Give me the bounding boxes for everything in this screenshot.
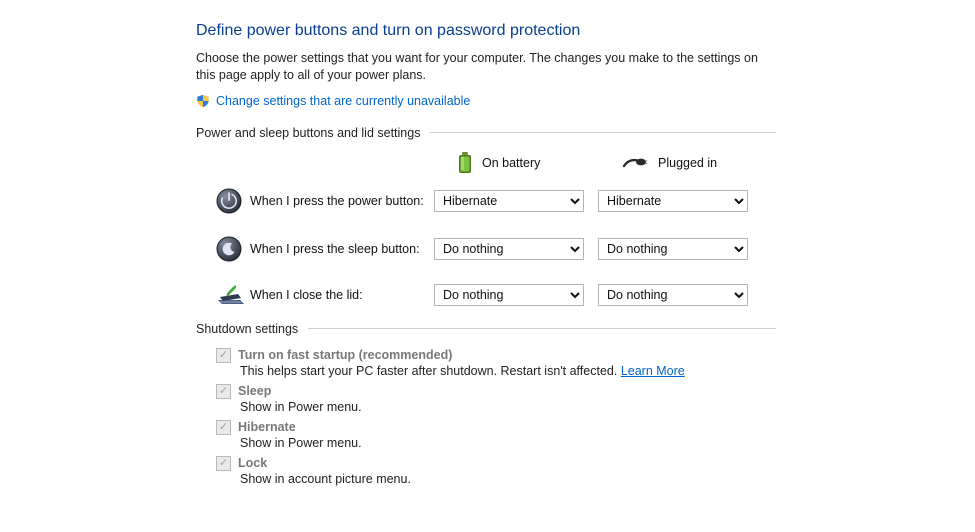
hibernate-description: Show in Power menu. (240, 436, 776, 450)
sleep-label: Sleep (238, 384, 271, 398)
row-sleep-button: When I press the sleep button: Do nothin… (196, 236, 776, 262)
learn-more-link[interactable]: Learn More (621, 364, 685, 378)
row-close-lid: When I close the lid: Do nothingSleepHib… (196, 284, 776, 306)
fast-startup-description: This helps start your PC faster after sh… (240, 364, 776, 378)
column-plugged-in: Plugged in (658, 156, 717, 170)
sleep-button-icon (216, 236, 242, 262)
divider (308, 328, 776, 329)
lock-checkbox (216, 456, 231, 471)
change-settings-link[interactable]: Change settings that are currently unava… (216, 94, 470, 108)
power-button-on-battery-select[interactable]: Do nothingSleepHibernateShut downTurn of… (434, 190, 584, 212)
power-button-label: When I press the power button: (250, 194, 434, 208)
close-lid-on-battery-select[interactable]: Do nothingSleepHibernateShut downTurn of… (434, 284, 584, 306)
plug-icon (622, 156, 648, 170)
close-lid-plugged-in-select[interactable]: Do nothingSleepHibernateShut downTurn of… (598, 284, 748, 306)
sleep-button-plugged-in-select[interactable]: Do nothingSleepHibernateShut downTurn of… (598, 238, 748, 260)
section-buttons-title: Power and sleep buttons and lid settings (196, 126, 420, 140)
close-lid-label: When I close the lid: (250, 288, 434, 302)
power-button-icon (216, 188, 242, 214)
sleep-button-label: When I press the sleep button: (250, 242, 434, 256)
power-button-plugged-in-select[interactable]: Do nothingSleepHibernateShut downTurn of… (598, 190, 748, 212)
row-power-button: When I press the power button: Do nothin… (196, 188, 776, 214)
shield-icon (196, 94, 210, 108)
sleep-description: Show in Power menu. (240, 400, 776, 414)
fast-startup-checkbox (216, 348, 231, 363)
divider (430, 132, 776, 133)
hibernate-checkbox (216, 420, 231, 435)
column-on-battery: On battery (482, 156, 540, 170)
sleep-button-on-battery-select[interactable]: Do nothingSleepHibernateShut downTurn of… (434, 238, 584, 260)
hibernate-label: Hibernate (238, 420, 296, 434)
lock-description: Show in account picture menu. (240, 472, 776, 486)
page-title: Define power buttons and turn on passwor… (196, 22, 776, 40)
battery-icon (458, 152, 472, 174)
page-description: Choose the power settings that you want … (196, 50, 776, 84)
fast-startup-label: Turn on fast startup (recommended) (238, 348, 452, 362)
laptop-lid-icon (216, 284, 246, 306)
lock-label: Lock (238, 456, 267, 470)
section-shutdown-title: Shutdown settings (196, 322, 298, 336)
sleep-checkbox (216, 384, 231, 399)
